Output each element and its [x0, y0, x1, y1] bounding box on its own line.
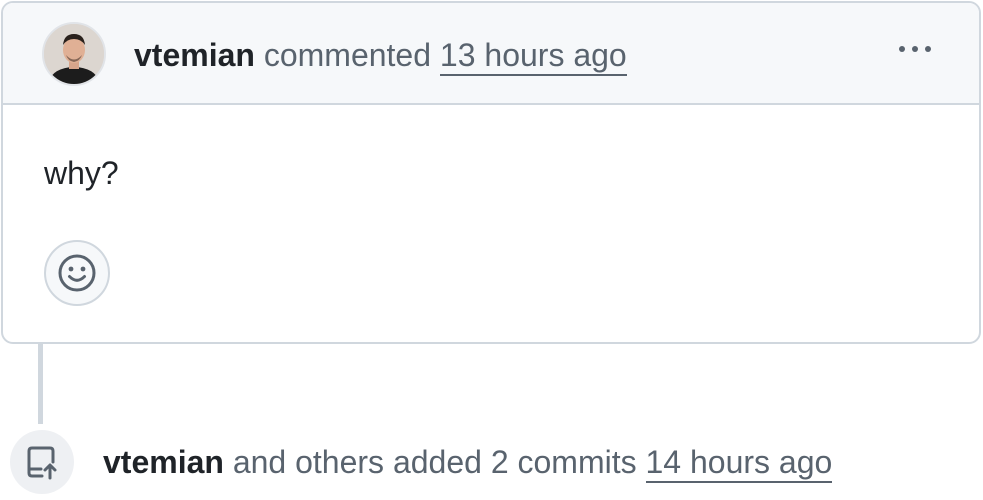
comment-body: why? [44, 155, 119, 191]
comment-author[interactable]: vtemian [134, 37, 255, 73]
comment-header-text: vtemian commented 13 hours ago [134, 35, 627, 76]
comment-options-button[interactable] [887, 33, 943, 65]
event-description: and others added 2 commits [232, 444, 637, 480]
event-timestamp-link[interactable]: 14 hours ago [645, 444, 833, 483]
avatar[interactable] [42, 22, 106, 86]
repo-push-icon [27, 446, 57, 480]
comment-timestamp-link[interactable]: 13 hours ago [439, 37, 627, 76]
add-reaction-button[interactable] [44, 240, 110, 306]
kebab-dot [925, 46, 931, 52]
comment-header: vtemian commented 13 hours ago [3, 3, 979, 105]
kebab-horizontal-icon [899, 46, 905, 52]
user-avatar-icon [44, 24, 104, 84]
event-author[interactable]: vtemian [103, 444, 224, 480]
timeline-line [38, 344, 43, 424]
smiley-icon [58, 254, 96, 292]
comment-card: vtemian commented 13 hours ago why? [1, 1, 981, 344]
timeline-event-text: vtemian and others added 2 commits 14 ho… [103, 442, 833, 483]
comment-action: commented [263, 37, 432, 73]
timeline-event-badge [10, 430, 74, 494]
kebab-dot [912, 46, 918, 52]
